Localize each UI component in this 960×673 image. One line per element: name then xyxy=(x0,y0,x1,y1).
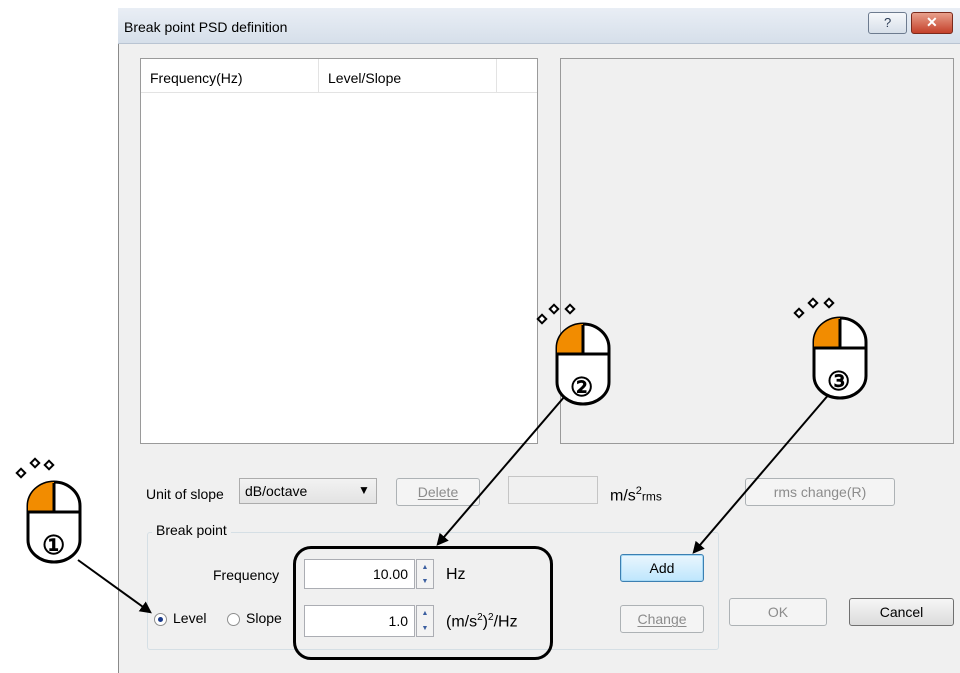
annotation-overlay xyxy=(15,297,868,614)
step-1-label: ① xyxy=(42,530,66,560)
step-3-label: ③ xyxy=(827,366,851,396)
arrow-to-add-button xyxy=(692,385,837,554)
step-2-label: ② xyxy=(570,372,594,402)
arrow-to-level-radio xyxy=(77,559,152,614)
arrow-to-inputs xyxy=(436,395,566,546)
